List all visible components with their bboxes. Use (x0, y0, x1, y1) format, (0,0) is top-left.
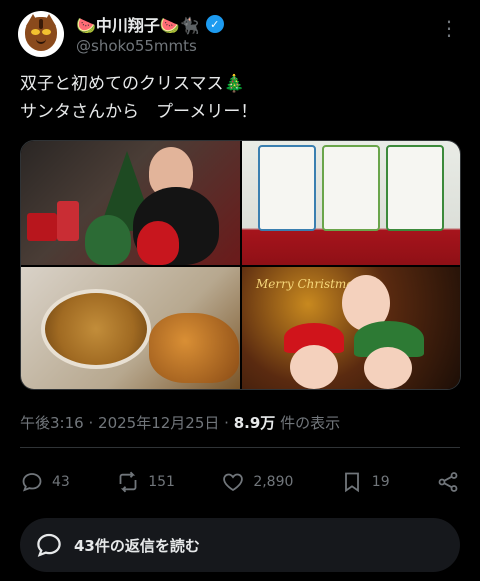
baby-santa-costume (137, 221, 179, 265)
avatar-cat-stripe (39, 19, 43, 29)
pie-dish (41, 289, 151, 369)
action-bar: 43 151 2,890 19 (20, 466, 460, 498)
baby-elf-costume (85, 215, 131, 265)
display-name-row[interactable]: 🍉中川翔子🍉🐈‍⬛ ✓ (76, 13, 464, 35)
reply-button[interactable]: 43 (20, 470, 70, 494)
bookmark-count: 19 (371, 474, 390, 490)
tweet-header: 🍉中川翔子🍉🐈‍⬛ ✓ @shoko55mmts ⋮ (18, 6, 464, 62)
gift-package-left (258, 145, 316, 231)
reply-icon (22, 473, 42, 492)
more-dots-icon[interactable]: ⋮ (439, 16, 460, 40)
baby-face-right (364, 347, 412, 389)
gift-package-right (386, 145, 444, 231)
photo-pooh-mobile-gift[interactable] (242, 141, 460, 265)
photo-merry-christmas-selfie[interactable]: Merry Christmas (242, 267, 460, 389)
display-name[interactable]: 🍉中川翔子🍉🐈‍⬛ (76, 12, 200, 36)
avatar-cat-eye-right (42, 29, 51, 35)
gift-package-middle (322, 145, 380, 231)
gift-box (27, 213, 57, 241)
tweet-text-line-1: 双子と初めてのクリスマス🎄 (20, 74, 245, 94)
reply-count: 43 (52, 474, 70, 490)
photo-family-christmas-tree[interactable] (21, 141, 240, 265)
heart-icon (223, 473, 244, 492)
bookmark-button[interactable]: 19 (340, 470, 390, 494)
reply-bubble-icon (37, 533, 61, 557)
read-replies-button[interactable]: 43件の返信を読む (20, 518, 460, 572)
baby-face-left (290, 345, 338, 389)
meta-separator: · (88, 414, 94, 432)
avatar-cat-eye-left (31, 29, 40, 35)
share-button[interactable] (436, 470, 460, 494)
tweet-meta: 午後3:16 · 2025年12月25日 · 8.9万 件の表示 (20, 412, 340, 433)
views-count[interactable]: 8.9万 (234, 414, 276, 432)
tweet-date[interactable]: 2025年12月25日 (98, 414, 219, 432)
like-button[interactable]: 2,890 (221, 470, 293, 494)
retweet-count: 151 (148, 474, 175, 490)
tweet-text: 双子と初めてのクリスマス🎄 サンタさんから プーメリー！ (20, 70, 257, 126)
user-info: 🍉中川翔子🍉🐈‍⬛ ✓ @shoko55mmts (76, 13, 464, 55)
like-count: 2,890 (253, 474, 294, 490)
media-grid: Merry Christmas (20, 140, 461, 390)
divider (20, 447, 460, 448)
meta-separator: · (224, 414, 229, 432)
retweet-icon (119, 471, 137, 493)
read-replies-label: 43件の返信を読む (74, 536, 200, 555)
gift-box (57, 201, 79, 241)
photo-christmas-food[interactable] (21, 267, 240, 389)
user-handle[interactable]: @shoko55mmts (76, 37, 464, 55)
fried-chicken (149, 313, 239, 383)
verified-badge-icon: ✓ (205, 15, 224, 33)
tweet-time[interactable]: 午後3:16 (20, 414, 84, 432)
avatar[interactable] (18, 11, 64, 57)
retweet-button[interactable]: 151 (116, 470, 175, 494)
share-icon (438, 472, 458, 492)
bookmark-icon (344, 472, 359, 493)
tweet-text-line-2: サンタさんから プーメリー！ (20, 102, 258, 122)
views-label: 件の表示 (280, 414, 341, 432)
